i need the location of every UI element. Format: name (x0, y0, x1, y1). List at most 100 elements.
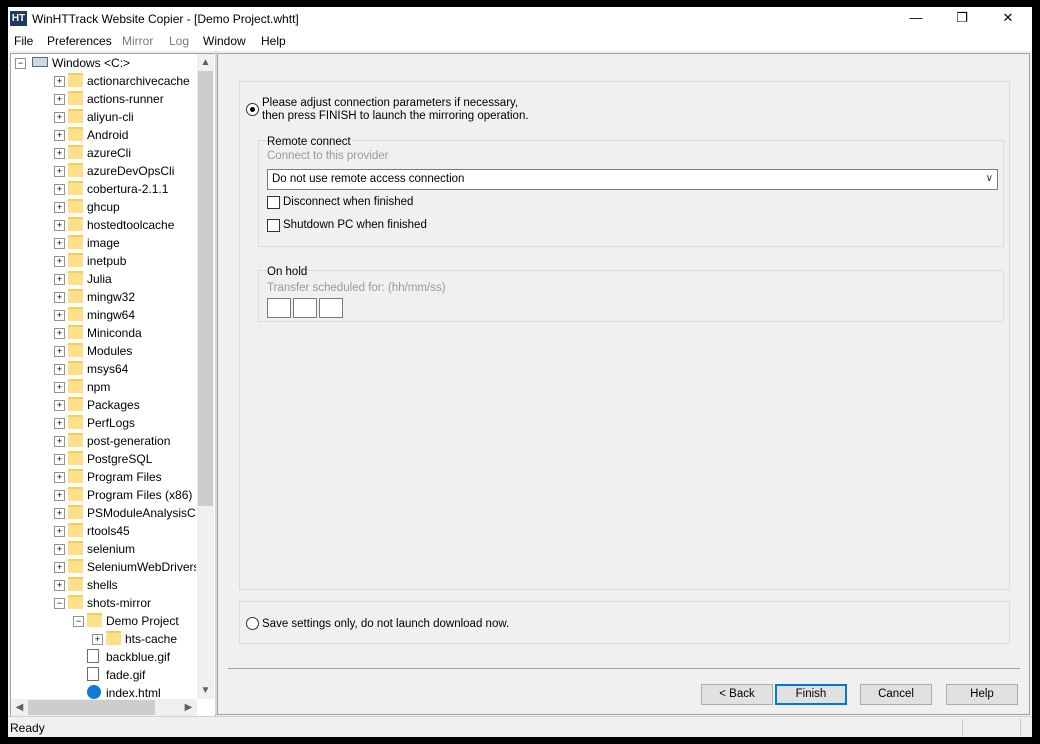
tree-item[interactable]: + shells (11, 576, 196, 594)
tree-item[interactable]: − Demo Project (11, 612, 196, 630)
tree-horizontal-scrollbar[interactable]: ◀ ▶ (11, 699, 197, 716)
menu-window[interactable]: Window (203, 34, 246, 48)
tree-item[interactable]: + mingw64 (11, 306, 196, 324)
expand-icon[interactable]: + (54, 472, 65, 483)
tree-item[interactable]: + inetpub (11, 252, 196, 270)
expand-icon[interactable]: + (54, 184, 65, 195)
tree-item[interactable]: + cobertura-2.1.1 (11, 180, 196, 198)
tree-item[interactable]: + actions-runner (11, 90, 196, 108)
tree-item[interactable]: + actionarchivecache (11, 72, 196, 90)
expand-icon[interactable]: + (54, 274, 65, 285)
menu-log[interactable]: Log (169, 34, 189, 48)
tree-item[interactable]: + post-generation (11, 432, 196, 450)
save-radio[interactable] (246, 617, 259, 630)
scroll-thumb[interactable] (198, 71, 213, 506)
menu-file[interactable]: File (14, 34, 33, 48)
expand-icon[interactable]: + (54, 544, 65, 555)
tree-item[interactable]: + aliyun-cli (11, 108, 196, 126)
expand-icon[interactable]: + (54, 202, 65, 213)
collapse-icon[interactable]: − (73, 616, 84, 627)
tree-item[interactable]: + PSModuleAnalysisCachePath (11, 504, 196, 522)
tree-item[interactable]: − shots-mirror (11, 594, 196, 612)
expand-icon[interactable]: + (54, 562, 65, 573)
expand-icon[interactable]: + (54, 526, 65, 537)
expand-icon[interactable]: + (92, 634, 103, 645)
menu-help[interactable]: Help (261, 34, 286, 48)
expand-icon[interactable]: + (54, 490, 65, 501)
disconnect-label[interactable]: Disconnect when finished (283, 196, 413, 209)
expand-icon[interactable]: + (54, 328, 65, 339)
expand-icon[interactable]: + (54, 292, 65, 303)
tree-item[interactable]: + azureCli (11, 144, 196, 162)
tree-item[interactable]: + npm (11, 378, 196, 396)
tree-item[interactable]: fade.gif (11, 666, 196, 684)
tree-item[interactable]: + selenium (11, 540, 196, 558)
tree-item[interactable]: backblue.gif (11, 648, 196, 666)
hours-input[interactable] (267, 298, 291, 318)
expand-icon[interactable]: + (54, 310, 65, 321)
tree-item[interactable]: + Program Files (11, 468, 196, 486)
collapse-icon[interactable]: − (54, 598, 65, 609)
scroll-right-icon[interactable]: ▶ (180, 699, 197, 716)
tree-item[interactable]: + Program Files (x86) (11, 486, 196, 504)
expand-icon[interactable]: + (54, 166, 65, 177)
tree-item[interactable]: + SeleniumWebDrivers (11, 558, 196, 576)
tree-item[interactable]: + Modules (11, 342, 196, 360)
minutes-input[interactable] (293, 298, 317, 318)
tree-item[interactable]: + rtools45 (11, 522, 196, 540)
tree-vertical-scrollbar[interactable]: ▲ ▼ (197, 54, 214, 699)
expand-icon[interactable]: + (54, 130, 65, 141)
menu-preferences[interactable]: Preferences (47, 34, 112, 48)
expand-icon[interactable]: + (54, 112, 65, 123)
tree-item[interactable]: + Julia (11, 270, 196, 288)
seconds-input[interactable] (319, 298, 343, 318)
tree-item[interactable]: + ghcup (11, 198, 196, 216)
expand-icon[interactable]: + (54, 256, 65, 267)
menu-mirror[interactable]: Mirror (122, 34, 153, 48)
tree-item[interactable]: + image (11, 234, 196, 252)
expand-icon[interactable]: + (54, 382, 65, 393)
tree-item[interactable]: + Android (11, 126, 196, 144)
tree-item[interactable]: + azureDevOpsCli (11, 162, 196, 180)
disconnect-checkbox[interactable] (267, 196, 280, 209)
scroll-left-icon[interactable]: ◀ (11, 699, 28, 716)
tree-root[interactable]: − Windows <C:> (11, 54, 196, 72)
tree-item[interactable]: + hostedtoolcache (11, 216, 196, 234)
scroll-down-icon[interactable]: ▼ (197, 682, 214, 699)
expand-icon[interactable]: + (54, 436, 65, 447)
expand-icon[interactable]: + (54, 364, 65, 375)
tree-item[interactable]: + Packages (11, 396, 196, 414)
expand-icon[interactable]: + (54, 148, 65, 159)
tree-item[interactable]: index.html (11, 684, 196, 699)
collapse-icon[interactable]: − (15, 58, 26, 69)
shutdown-checkbox[interactable] (267, 219, 280, 232)
expand-icon[interactable]: + (54, 238, 65, 249)
tree-item[interactable]: + mingw32 (11, 288, 196, 306)
finish-button[interactable]: Finish (775, 684, 847, 705)
expand-icon[interactable]: + (54, 454, 65, 465)
expand-icon[interactable]: + (54, 346, 65, 357)
back-button[interactable]: < Back (701, 684, 773, 705)
close-button[interactable]: ✕ (985, 7, 1031, 31)
shutdown-label[interactable]: Shutdown PC when finished (283, 219, 427, 232)
tree-item[interactable]: + Miniconda (11, 324, 196, 342)
help-button[interactable]: Help (946, 684, 1018, 705)
tree-item[interactable]: + PostgreSQL (11, 450, 196, 468)
cancel-button[interactable]: Cancel (860, 684, 932, 705)
finish-option-label[interactable]: Please adjust connection parameters if n… (262, 97, 529, 123)
restore-button[interactable]: ❐ (939, 7, 985, 31)
tree-item[interactable]: + PerfLogs (11, 414, 196, 432)
expand-icon[interactable]: + (54, 76, 65, 87)
expand-icon[interactable]: + (54, 418, 65, 429)
expand-icon[interactable]: + (54, 580, 65, 591)
minimize-button[interactable]: — (893, 7, 939, 31)
provider-select[interactable]: Do not use remote access connection ∨ (267, 169, 998, 190)
expand-icon[interactable]: + (54, 400, 65, 411)
expand-icon[interactable]: + (54, 220, 65, 231)
expand-icon[interactable]: + (54, 508, 65, 519)
hscroll-thumb[interactable] (28, 700, 155, 715)
tree-item[interactable]: + hts-cache (11, 630, 196, 648)
expand-icon[interactable]: + (54, 94, 65, 105)
finish-radio[interactable] (246, 103, 259, 116)
save-option-label[interactable]: Save settings only, do not launch downlo… (262, 618, 509, 631)
